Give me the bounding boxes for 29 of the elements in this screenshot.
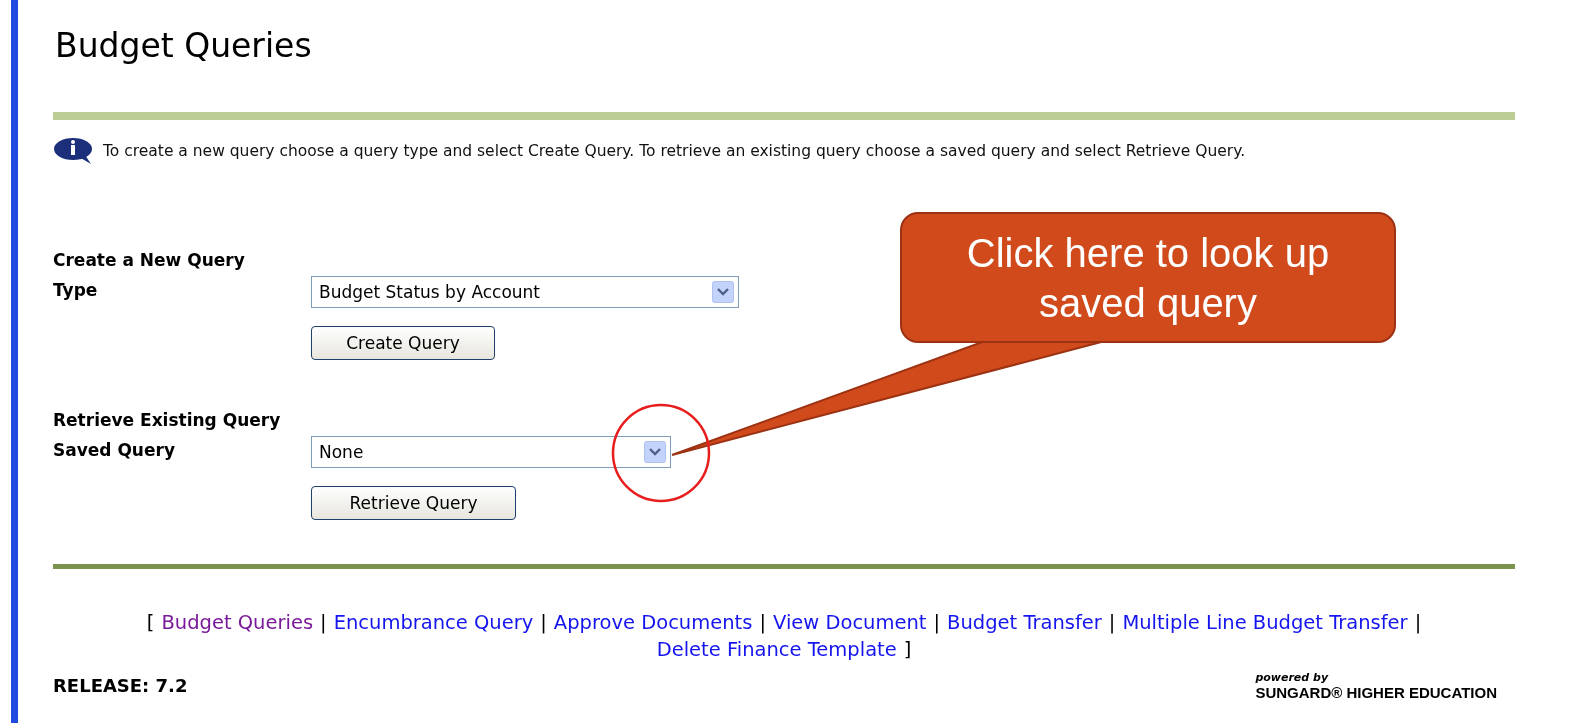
company-logo: SUNGARD® HIGHER EDUCATION: [1255, 684, 1497, 701]
separator: |: [1108, 610, 1116, 636]
separator: |: [759, 610, 766, 636]
page-title: Budget Queries: [55, 26, 313, 65]
separator: |: [1414, 610, 1422, 636]
bracket: ]: [903, 637, 912, 663]
nav-link[interactable]: Delete Finance Template: [656, 636, 897, 663]
bracket: [: [146, 610, 155, 636]
nav-link[interactable]: Multiple Line Budget Transfer: [1122, 609, 1408, 636]
section-heading: Retrieve Existing Query: [53, 410, 281, 430]
nav-link[interactable]: Approve Documents: [553, 609, 753, 636]
select-field[interactable]: Budget Status by Account: [311, 276, 739, 308]
field-label: Type: [53, 279, 99, 302]
separator: |: [320, 610, 327, 636]
info-message: To create a new query choose a query type and select Create Query. To retrieve an existing query choose a saved query and select Retrieve Query.: [103, 142, 1246, 160]
separator: |: [933, 610, 941, 636]
nav-link[interactable]: Budget Transfer: [947, 609, 1102, 636]
nav-link[interactable]: Budget Queries: [161, 609, 314, 636]
release-label: RELEASE: 7.2: [53, 675, 188, 696]
separator: |: [540, 610, 547, 636]
section-heading: Create a New Query: [53, 250, 245, 270]
select-field[interactable]: None: [311, 436, 671, 468]
field-label: Saved Query: [53, 439, 176, 462]
nav-link[interactable]: View Document: [772, 609, 927, 636]
query-button[interactable]: Retrieve Query: [311, 486, 516, 520]
logo-tagline: powered by: [1255, 671, 1330, 684]
callout-bubble: Click here to look up saved query: [900, 212, 1396, 343]
query-button[interactable]: Create Query: [311, 326, 495, 360]
nav-link[interactable]: Encumbrance Query: [333, 609, 534, 636]
